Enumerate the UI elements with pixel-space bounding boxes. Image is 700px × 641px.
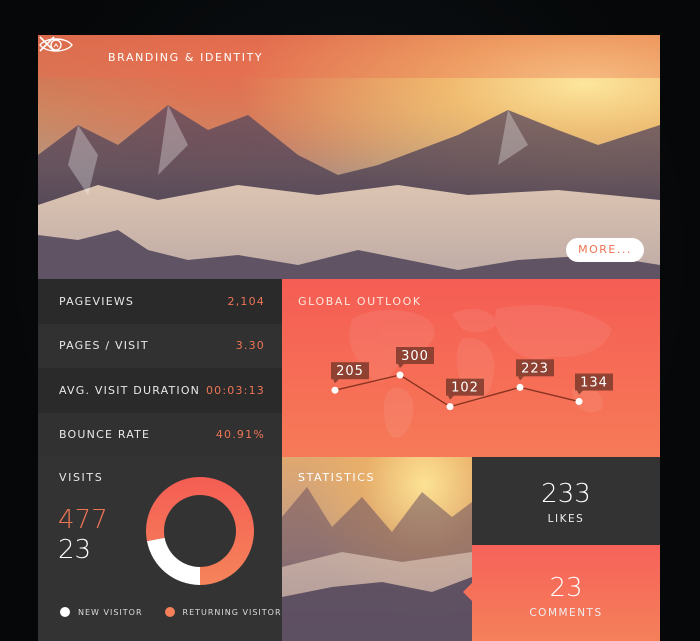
data-point [331, 386, 339, 394]
data-label-pointer [518, 376, 524, 381]
statistics-image: STATISTICS [282, 457, 472, 641]
data-label-pointer [398, 364, 404, 368]
metric-row-pageviews: PAGEVIEWS 2,104 [38, 279, 282, 324]
data-label-2: 300 [396, 347, 434, 368]
data-label-text: 102 [451, 381, 479, 396]
more-button[interactable]: MORE... [566, 238, 644, 262]
legend-returning-visitor: RETURNING VISITOR [182, 607, 282, 617]
metric-value: 40.91% [215, 428, 265, 442]
metric-row-avg-visit-duration: AVG. VISIT DURATION 00:03:13 [38, 368, 282, 413]
visits-donut-chart [146, 477, 254, 585]
data-label-5: 134 [575, 373, 613, 395]
data-label-text: 300 [401, 349, 429, 364]
metric-row-pages-visit: PAGES / VISIT 3.30 [38, 323, 282, 368]
mountain-landscape [282, 487, 472, 641]
likes-count: 233 [541, 479, 591, 509]
likes-label: LIKES [547, 513, 585, 525]
metric-value: 2,104 [227, 294, 265, 308]
metric-label: AVG. VISIT DURATION [59, 383, 201, 397]
page-title: BRANDING & IDENTITY [108, 51, 264, 64]
data-label-text: 205 [336, 364, 364, 379]
data-point [575, 398, 583, 406]
metric-row-bounce-rate: BOUNCE RATE 40.91% [38, 412, 282, 457]
data-label-4: 223 [516, 359, 554, 381]
comments-count: 23 [549, 573, 583, 603]
close-icon[interactable] [38, 35, 56, 53]
legend-new-visitor: NEW VISITOR [78, 607, 143, 617]
likes-tile[interactable]: 233 LIKES [472, 457, 660, 545]
new-visitor-dot-icon [60, 607, 70, 617]
returning-visitor-count: 477 [58, 505, 108, 535]
data-label-text: 134 [580, 376, 608, 391]
data-label-pointer [448, 395, 454, 400]
data-point [516, 383, 524, 391]
comments-label: COMMENTS [529, 607, 603, 619]
visits-title: VISITS [59, 471, 104, 484]
data-label-text: 223 [521, 361, 549, 376]
visits-panel: VISITS 477 23 NEW VISITOR RETURNING VISI… [38, 457, 282, 641]
metric-label: PAGES / VISIT [59, 339, 149, 353]
new-visitor-count: 23 [58, 535, 92, 565]
statistics-title: STATISTICS [298, 471, 376, 484]
metric-value: 3.30 [235, 339, 265, 353]
metric-value: 00:03:13 [205, 383, 265, 397]
data-label-3: 102 [446, 378, 484, 400]
donut-slice-new-visitor [146, 537, 200, 585]
metric-label: BOUNCE RATE [59, 428, 151, 442]
data-label-pointer [577, 390, 583, 395]
data-point [446, 403, 454, 411]
returning-visitor-dot-icon [164, 607, 175, 617]
data-label-1: 205 [331, 362, 369, 384]
visits-legend: NEW VISITOR RETURNING VISITOR [60, 607, 282, 617]
hero-image: BRANDING & IDENTITY MORE... [38, 35, 660, 279]
metric-label: PAGEVIEWS [59, 294, 135, 308]
data-point [396, 371, 404, 379]
global-outlook-line-chart: 205 300 102 223 134 [331, 347, 613, 411]
pointer-arrow-icon [463, 583, 472, 601]
dashboard-card: BRANDING & IDENTITY MORE... PAGEVIEWS 2,… [38, 35, 660, 641]
metrics-list: PAGEVIEWS 2,104 PAGES / VISIT 3.30 AVG. … [38, 279, 282, 457]
data-label-pointer [333, 379, 339, 384]
comments-tile[interactable]: 23 COMMENTS [463, 545, 660, 641]
global-outlook-panel: GLOBAL OUTLOOK 205 300 102 223 134 [282, 279, 660, 457]
